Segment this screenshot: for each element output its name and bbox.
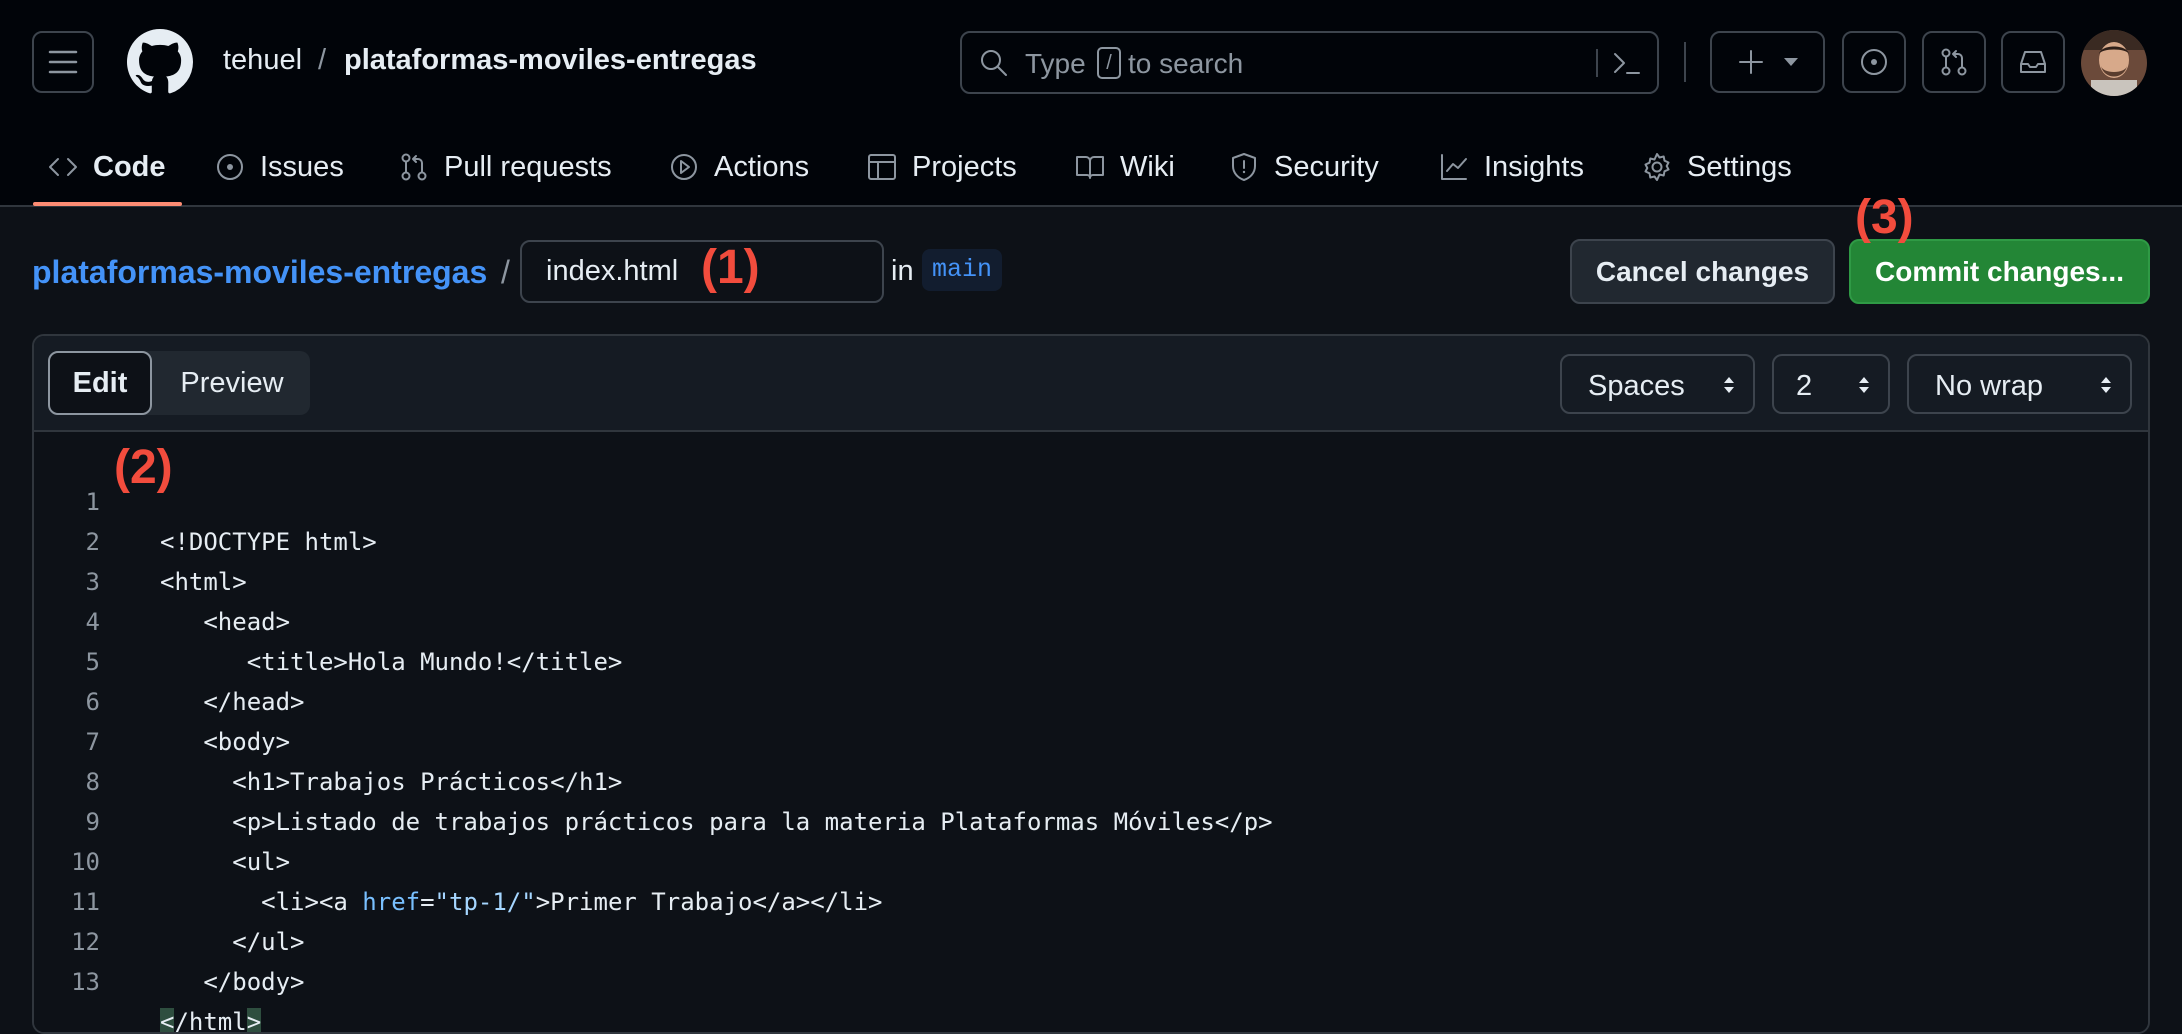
book-icon	[1076, 156, 1104, 179]
code-line: 1 <!DOCTYPE html>	[34, 442, 2148, 556]
breadcrumb-separator: /	[501, 254, 510, 290]
tab-issues-label: Issues	[260, 150, 344, 183]
tab-wiki-label: Wiki	[1120, 150, 1175, 183]
tab-edit[interactable]: Edit	[48, 351, 152, 415]
in-label: in	[891, 255, 914, 287]
code-line: 13 </html>	[34, 922, 2148, 1032]
code-area[interactable]: 1 <!DOCTYPE html> 2 <html> 3 <head> 4 <t…	[34, 432, 2148, 1032]
tab-insights-label: Insights	[1484, 150, 1584, 183]
search-input[interactable]: Type / to search	[960, 31, 1659, 94]
indent-mode-value: Spaces	[1588, 370, 1685, 402]
tab-actions[interactable]: Actions	[668, 128, 809, 206]
tab-code[interactable]: Code	[47, 128, 166, 206]
gear-icon	[1644, 153, 1670, 181]
tab-insights[interactable]: Insights	[1438, 128, 1584, 206]
issue-opened-icon	[217, 154, 243, 180]
header-divider	[1684, 42, 1686, 82]
table-icon	[868, 154, 896, 180]
shield-icon	[1232, 153, 1256, 181]
tab-pull-requests[interactable]: Pull requests	[398, 128, 612, 206]
code-line: 10 <li><a href="tp-1/">Primer Trabajo</a…	[34, 802, 2148, 916]
select-caret-icon	[1724, 377, 1734, 393]
breadcrumb-repo-link[interactable]: plataformas-moviles-entregas	[32, 254, 487, 291]
code-line: 9 <ul>	[34, 762, 2148, 876]
code-line: 2 <html>	[34, 482, 2148, 596]
git-pull-request-icon	[1941, 48, 1967, 76]
indent-size-value: 2	[1796, 370, 1813, 402]
code-line: 5 </head>	[34, 602, 2148, 716]
tab-security[interactable]: Security	[1228, 128, 1379, 206]
annotation-1: (1)	[701, 241, 760, 294]
search-icon	[981, 50, 1007, 76]
bracket-match-highlight: >	[246, 1008, 262, 1034]
pull-requests-button[interactable]	[1922, 31, 1986, 93]
tab-pull-requests-label: Pull requests	[444, 150, 612, 183]
code-line: 4 <title>Hola Mundo!</title>	[34, 562, 2148, 676]
code-line: 12 </body>	[34, 882, 2148, 996]
inbox-icon	[2020, 51, 2046, 73]
user-avatar[interactable]	[2081, 30, 2147, 96]
editor-mode-tabs: Edit Preview	[48, 351, 310, 415]
tab-issues[interactable]: Issues	[214, 128, 344, 206]
code-line: 6 <body>	[34, 642, 2148, 756]
issue-opened-icon	[1861, 49, 1887, 75]
annotation-3: (3)	[1855, 191, 1914, 244]
inbox-button[interactable]	[2001, 31, 2065, 93]
cancel-changes-button[interactable]: Cancel changes	[1570, 239, 1835, 304]
tab-settings-label: Settings	[1687, 150, 1792, 183]
tab-security-label: Security	[1274, 150, 1379, 183]
command-palette-icon[interactable]	[1610, 47, 1644, 79]
indent-size-select[interactable]: 2	[1772, 354, 1890, 414]
git-pull-request-icon	[401, 153, 427, 181]
repo-owner-link[interactable]: tehuel	[223, 44, 302, 77]
code-icon	[49, 158, 77, 176]
code-line: 8 <p>Listado de trabajos prácticos para …	[34, 722, 2148, 836]
code-line: 7 <h1>Trabajos Prácticos</h1>	[34, 682, 2148, 796]
github-logo[interactable]	[127, 29, 193, 95]
tab-code-label: Code	[93, 150, 166, 183]
search-placeholder-start: Type	[1025, 48, 1086, 79]
indent-mode-select[interactable]: Spaces	[1560, 354, 1755, 414]
triangle-down-icon	[1783, 58, 1798, 66]
repo-name-link[interactable]: plataformas-moviles-entregas	[344, 44, 757, 77]
code-text: </html>	[160, 1002, 262, 1034]
line-number: 13	[71, 968, 100, 996]
editor-toolbar: Edit Preview Spaces 2 No wrap	[34, 336, 2148, 432]
select-caret-icon	[1859, 377, 1869, 393]
graph-icon	[1441, 154, 1467, 180]
tab-settings[interactable]: Settings	[1641, 128, 1792, 206]
code-text: </body>	[160, 968, 305, 996]
tab-projects-label: Projects	[912, 150, 1017, 183]
select-caret-icon	[2101, 377, 2111, 393]
avatar-image	[2081, 30, 2147, 96]
code-token: /html	[174, 1008, 247, 1034]
search-divider	[1596, 49, 1598, 77]
plus-icon	[1738, 50, 1763, 74]
search-shortcut-key: /	[1097, 47, 1121, 79]
issues-button[interactable]	[1842, 31, 1906, 93]
branch-badge: main	[922, 249, 1003, 291]
global-header: tehuel / plataformas-moviles-entregas Ty…	[0, 0, 2182, 207]
tab-projects[interactable]: Projects	[866, 128, 1017, 206]
code-line: 11 </ul>	[34, 842, 2148, 956]
hamburger-menu-button[interactable]	[32, 31, 94, 93]
commit-changes-button[interactable]: Commit changes...	[1849, 239, 2150, 304]
repo-path-separator: /	[318, 44, 327, 76]
code-editor: Edit Preview Spaces 2 No wrap 1 <!DOCTYP…	[32, 334, 2150, 1034]
create-new-button[interactable]	[1710, 31, 1825, 93]
wrap-mode-value: No wrap	[1935, 370, 2043, 402]
search-placeholder-end: to search	[1128, 48, 1244, 79]
play-icon	[671, 154, 697, 180]
tab-wiki[interactable]: Wiki	[1074, 128, 1175, 206]
hamburger-icon	[48, 50, 78, 74]
code-line: 3 <head>	[34, 522, 2148, 636]
annotation-2: (2)	[114, 441, 173, 494]
tab-actions-label: Actions	[714, 150, 810, 183]
active-tab-underline	[33, 202, 182, 206]
wrap-mode-select[interactable]: No wrap	[1907, 354, 2132, 414]
bracket-match-highlight: <	[160, 1008, 175, 1034]
tab-preview[interactable]: Preview	[154, 351, 310, 415]
